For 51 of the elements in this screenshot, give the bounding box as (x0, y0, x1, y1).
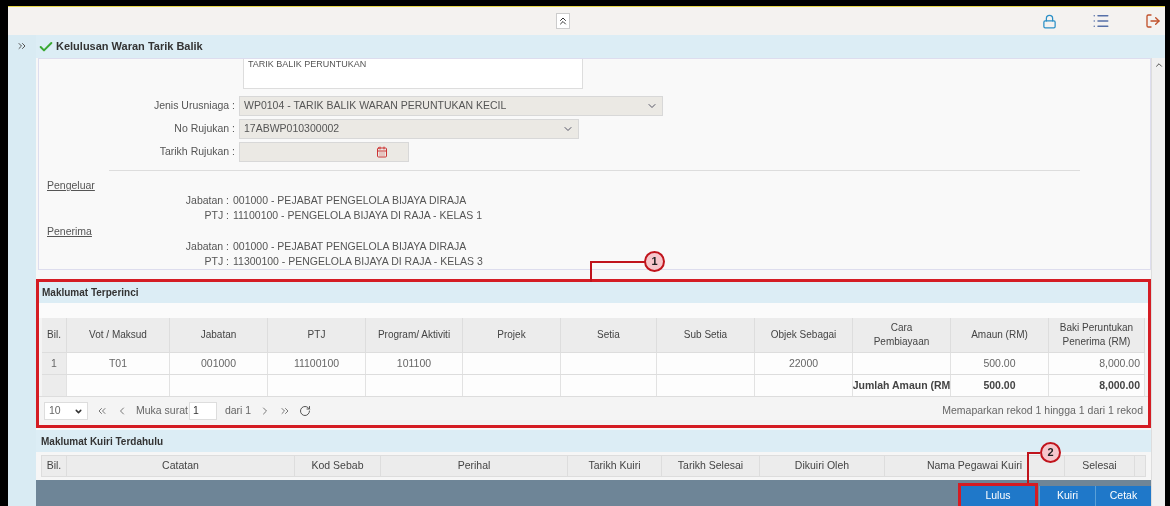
info-value: 11300100 - PENGELOLA BIJAYA DI RAJA - KELAS 3 (233, 254, 483, 269)
party-heading: Pengeluar (47, 178, 96, 193)
collapse-button[interactable] (556, 13, 570, 29)
column-header: Selesai (1065, 456, 1135, 476)
panel-header: Maklumat Terperinci (39, 282, 1148, 303)
record-summary: Memaparkan rekod 1 hingga 1 dari 1 rekod (942, 403, 1143, 419)
calendar-icon (376, 146, 388, 158)
table-cell: 500.00 (951, 375, 1049, 396)
column-header: Tarikh Selesai (662, 456, 760, 476)
column-header: Tarikh Kuiri (568, 456, 662, 476)
column-header: Perihal (381, 456, 568, 476)
double-chevron-up-icon (557, 15, 569, 27)
action-button[interactable]: Lulus (961, 486, 1035, 506)
first-page-icon[interactable] (96, 405, 108, 417)
action-button[interactable]: Kuiri (1039, 486, 1095, 506)
select-field[interactable]: WP0104 - TARIK BALIK WARAN PERUNTUKAN KECIL (239, 96, 663, 116)
description-field[interactable]: TARIK BALIK PERUNTUKAN (243, 59, 583, 89)
select-field[interactable]: 17ABWP010300002 (239, 119, 579, 139)
page-size-select[interactable]: 10 (44, 402, 88, 420)
page-label: Muka surat (136, 403, 188, 419)
refresh-icon[interactable] (299, 405, 312, 417)
column-header: Bil. (42, 456, 67, 476)
double-chevron-right-icon[interactable] (16, 40, 28, 52)
column-header: Catatan (67, 456, 295, 476)
table-cell: 1 (42, 353, 67, 374)
field-label: Jenis Urusniaga : (152, 98, 236, 114)
scroll-up-icon[interactable] (1153, 60, 1164, 70)
lock-icon[interactable] (1042, 13, 1057, 29)
table-cell: 8,000.00 (1049, 375, 1145, 396)
party-heading: Penerima (47, 224, 93, 239)
field-label: No Rujukan : (173, 121, 236, 137)
info-label: PTJ : (203, 254, 230, 269)
info-value: 11100100 - PENGELOLA BIJAYA DI RAJA - KELAS 1 (233, 208, 483, 223)
info-label: Jabatan : (184, 193, 230, 208)
info-value: 001000 - PEJABAT PENGELOLA BIJAYA DIRAJA (233, 193, 467, 208)
info-label: PTJ : (203, 208, 230, 223)
action-button[interactable]: Cetak (1095, 486, 1151, 506)
field-label: Tarikh Rujukan : (158, 144, 236, 160)
section-title: Kelulusan Waran Tarik Balik (56, 39, 203, 55)
page-input[interactable]: 1 (188, 402, 217, 420)
info-value: 001000 - PEJABAT PENGELOLA BIJAYA DIRAJA (233, 239, 467, 254)
column-header: Kod Sebab (295, 456, 381, 476)
list-window-icon[interactable] (1091, 12, 1111, 30)
page-count: dari 1 (224, 403, 252, 419)
date-field[interactable] (239, 142, 409, 162)
column-header: Dikuiri Oleh (760, 456, 885, 476)
leader-line (1027, 452, 1040, 483)
leader-line (590, 261, 645, 282)
table-cell: Jumlah Amaun (RM (853, 375, 951, 396)
info-label: Jabatan : (184, 239, 230, 254)
exit-door-icon[interactable] (1145, 12, 1161, 30)
